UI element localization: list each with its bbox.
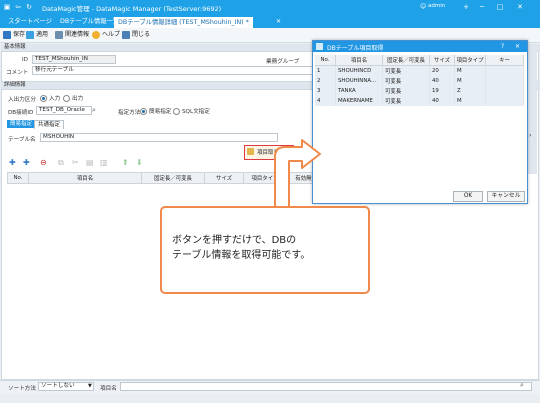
related-info-icon — [55, 30, 63, 39]
apply-icon — [26, 30, 34, 39]
sort-select[interactable]: ソートしない — [38, 382, 94, 391]
item-name-filter-label: 項目名 — [100, 386, 117, 392]
minimize-icon[interactable]: ─ — [478, 3, 486, 11]
tab-start-page[interactable]: スタートページ — [4, 16, 56, 27]
search-icon[interactable]: ⌕ — [92, 106, 96, 115]
add-row-icon[interactable]: ✚ — [9, 158, 16, 167]
grid-col-item-name[interactable]: 項目名 — [28, 172, 142, 184]
copy-row-icon[interactable]: ⧉ — [58, 158, 64, 168]
apply-button[interactable]: 適用 — [26, 30, 48, 40]
related-info-button[interactable]: 関連情報 — [55, 30, 89, 40]
tab-simple-spec[interactable]: 簡易指定 — [7, 120, 36, 128]
right-edge-panel — [527, 44, 537, 174]
id-field[interactable]: TEST_MShouhin_IN — [32, 55, 116, 64]
user-name: admin — [428, 3, 446, 9]
dialog-title-bar: DBテーブル項目取得 ? ✕ — [313, 41, 527, 52]
clear-row-icon[interactable]: ▥ — [100, 158, 108, 167]
expand-icon[interactable]: › — [529, 132, 531, 139]
dialog-help-icon[interactable]: ? — [501, 43, 504, 50]
table-row[interactable]: 4 MAKERNAME 可変長 40 M — [315, 96, 524, 106]
grid-col-size[interactable]: サイズ — [204, 172, 244, 184]
cancel-button[interactable]: キャンセル — [487, 191, 525, 202]
io-input-radio[interactable]: 入力 — [40, 94, 60, 102]
back-icon[interactable]: ⇦ — [14, 3, 22, 11]
save-button[interactable]: 保存 — [3, 30, 25, 40]
group-label: 業務グループ — [266, 59, 300, 65]
maximize-icon[interactable]: □ — [496, 3, 504, 11]
item-name-filter-field[interactable] — [120, 382, 532, 391]
dialog-col-key[interactable]: キー — [485, 55, 524, 66]
title-bar: ▣ ⇦ ↻ DataMagic管理 - DataMagic Manager (T… — [0, 0, 540, 15]
close-icon[interactable]: ✕ — [516, 3, 524, 11]
dialog-header-row: No. 項目名 固定長／可変長 サイズ 項目タイプ キー — [315, 55, 524, 66]
delete-row-icon[interactable]: ⊖ — [40, 158, 47, 167]
method-sql-radio[interactable]: SQL文指定 — [173, 107, 210, 115]
move-up-icon[interactable]: ⬆ — [122, 158, 129, 167]
dialog-app-icon — [316, 43, 323, 50]
dialog-item-table: No. 項目名 固定長／可変長 サイズ 項目タイプ キー 1 SHOUHINCD… — [315, 55, 524, 106]
grid-col-length[interactable]: 固定長／可変長 — [141, 172, 205, 184]
dialog-col-item-name[interactable]: 項目名 — [335, 55, 383, 66]
callout-line-1: ボタンを押すだけで、DBの — [172, 235, 297, 246]
help-icon — [92, 30, 100, 39]
tab-close-icon[interactable]: ✕ — [276, 18, 281, 25]
callout-text: ボタンを押すだけで、DBの テーブル情報を取得可能です。 — [172, 233, 362, 263]
db-connection-label: DB接続ID — [8, 110, 34, 116]
app-icon: ▣ — [3, 3, 11, 11]
save-icon — [3, 30, 11, 39]
comment-field[interactable]: 移行元テーブル — [32, 66, 314, 75]
add-window-icon[interactable]: + — [462, 3, 470, 11]
callout-arrow — [274, 139, 321, 209]
help-button[interactable]: ヘルプ — [92, 30, 120, 40]
insert-row-icon[interactable]: ✚ — [23, 158, 30, 167]
paste-row-icon[interactable]: ▤ — [86, 158, 94, 167]
close-button[interactable]: 閉じる — [122, 30, 150, 40]
chevron-down-icon[interactable]: ▼ — [88, 383, 92, 389]
dialog-col-type[interactable]: 項目タイプ — [454, 55, 486, 66]
comment-label: コメント — [6, 70, 29, 76]
refresh-icon[interactable]: ↻ — [25, 3, 33, 11]
tab-common-spec[interactable]: 共通指定 — [34, 120, 65, 129]
ok-button[interactable]: OK — [453, 191, 483, 202]
dialog-close-icon[interactable]: ✕ — [515, 43, 520, 50]
method-label: 指定方法 — [118, 110, 141, 116]
cut-row-icon[interactable]: ✂ — [72, 158, 79, 167]
callout-box: ボタンを押すだけで、DBの テーブル情報を取得可能です。 — [160, 206, 370, 294]
id-label: ID — [22, 57, 28, 63]
dialog-col-no[interactable]: No. — [315, 55, 336, 66]
sort-label: ソート方法 — [8, 386, 36, 392]
grid-col-no[interactable]: No. — [7, 172, 29, 184]
tab-strip: スタートページ DBテーブル情報一覧 DBテーブル情報詳細 (TEST_MSho… — [0, 15, 540, 28]
callout-line-2: テーブル情報を取得可能です。 — [172, 250, 311, 261]
table-row[interactable]: 2 SHOUHINNA... 可変長 40 M — [315, 76, 524, 86]
table-row[interactable]: 3 TANKA 可変長 19 Z — [315, 86, 524, 96]
dialog-title: DBテーブル項目取得 — [327, 45, 384, 52]
method-simple-radio[interactable]: 簡易指定 — [140, 107, 171, 115]
move-down-icon[interactable]: ⬇ — [136, 158, 143, 167]
tab-db-table-detail[interactable]: DBテーブル情報詳細 (TEST_MShouhin_IN) * — [114, 16, 253, 28]
dialog-col-size[interactable]: サイズ — [429, 55, 455, 66]
db-connection-field[interactable]: TEST_DB_Oracle — [36, 106, 92, 115]
table-name-label: テーブル名 — [8, 137, 36, 143]
close-doc-icon — [122, 30, 130, 39]
dialog-col-length[interactable]: 固定長／可変長 — [382, 55, 430, 66]
user-icon: ☺ — [420, 3, 427, 10]
db-item-fetch-dialog: DBテーブル項目取得 ? ✕ No. 項目名 固定長／可変長 サイズ 項目タイプ… — [312, 40, 528, 204]
io-label: 入出力区分 — [8, 97, 36, 103]
io-output-radio[interactable]: 出力 — [63, 94, 83, 102]
table-row[interactable]: 1 SHOUHINCD 可変長 20 M — [315, 65, 524, 76]
filter-search-icon[interactable]: ⌕ — [520, 381, 524, 390]
window-title: DataMagic管理 - DataMagic Manager (TestSer… — [42, 5, 222, 13]
